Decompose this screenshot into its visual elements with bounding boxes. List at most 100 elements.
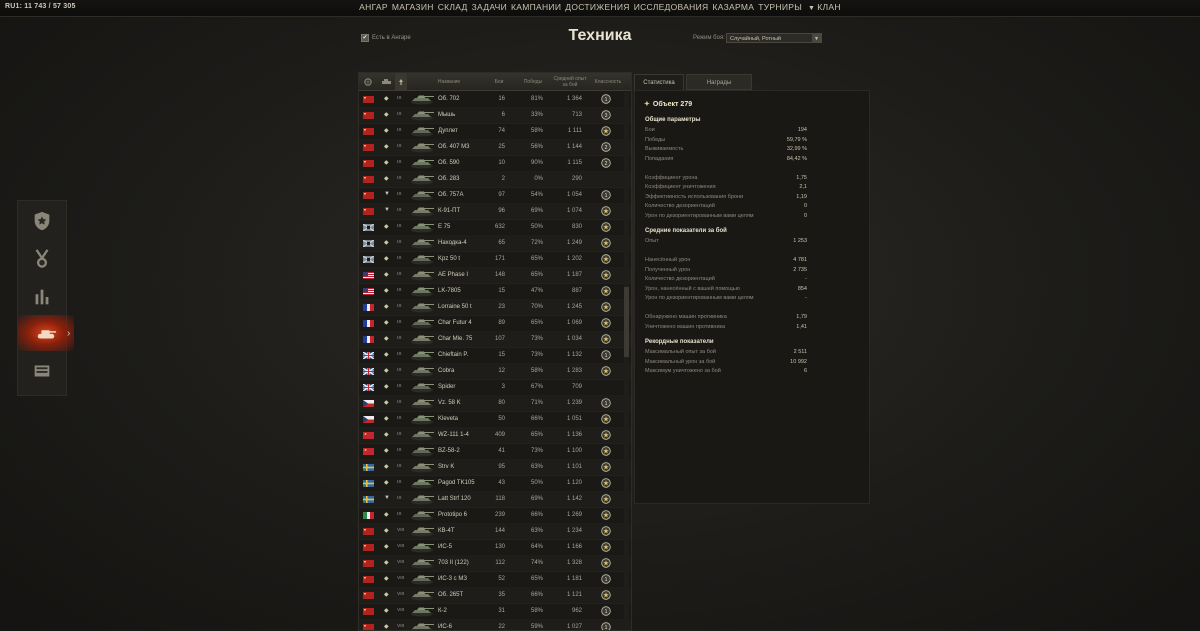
tank-thumbnail-icon: [411, 431, 434, 441]
vehicle-name: Об. 757А: [438, 192, 464, 198]
table-row[interactable]: ◆ VIII ИС-6 22 59% 1 027 1: [359, 619, 631, 630]
table-row[interactable]: ◆ IX Об. 702 16 81% 1 364 1: [359, 91, 631, 108]
table-row[interactable]: ◆ IX Дуплет 74 58% 1 111: [359, 123, 631, 140]
stat-value: 854: [797, 285, 807, 292]
flag-uk-icon: [363, 368, 374, 375]
vehicle-class-icon: ◆: [384, 160, 389, 166]
wins-value: 66%: [530, 416, 543, 422]
stat-row: Опыт 1 253: [645, 238, 807, 244]
table-scroll-thumb[interactable]: [624, 287, 629, 357]
battle-mode-select[interactable]: Случайный, Ротный ▼: [726, 33, 822, 43]
flag-ussr-icon: [363, 112, 374, 119]
tier-label: IX: [397, 480, 402, 485]
nav-item-7[interactable]: КАЗАРМА: [712, 2, 754, 12]
table-row[interactable]: ◆ IX Об. 407 М3 25 56% 1 144 2: [359, 139, 631, 156]
vehicle-class-icon: ▼: [384, 495, 390, 501]
nav-item-9[interactable]: ▼ КЛАН: [806, 2, 841, 12]
battles-value: 41: [498, 448, 505, 454]
wins-value: 0%: [534, 176, 543, 182]
table-row[interactable]: ◆ IX AE Phase I 148 65% 1 187: [359, 267, 631, 284]
sort-wins-header[interactable]: Победы: [519, 73, 547, 90]
sort-mastery-header[interactable]: Классность: [589, 73, 627, 90]
sidebar-expand-chevron-icon[interactable]: ›: [67, 328, 70, 339]
wins-value: 67%: [530, 384, 543, 390]
table-row[interactable]: ◆ IX Strv K 95 63% 1 101: [359, 459, 631, 476]
sidebar-item-medals[interactable]: [18, 241, 66, 277]
table-row[interactable]: ◆ IX Prototipo 6 239 66% 1 269: [359, 507, 631, 524]
in-hangar-checkbox[interactable]: ✔ Есть в Ангаре: [361, 34, 411, 42]
sidebar-item-summary[interactable]: [18, 203, 66, 239]
table-row[interactable]: ◆ IX Char Futur 4 89 65% 1 069: [359, 315, 631, 332]
sidebar-item-vehicles[interactable]: [18, 315, 74, 351]
table-row[interactable]: ◆ IX Об. 590 10 90% 1 115 2: [359, 155, 631, 172]
table-row[interactable]: ◆ IX Kleveta 50 66% 1 051: [359, 411, 631, 428]
nav-item-label: КАЗАРМА: [712, 2, 755, 12]
sort-class-icon[interactable]: [379, 73, 393, 90]
table-row[interactable]: ◆ IX Spider 3 67% 709: [359, 379, 631, 396]
nav-item-1[interactable]: МАГАЗИН: [392, 2, 434, 12]
table-row[interactable]: ◆ IX Char Mle. 75 107 73% 1 034: [359, 331, 631, 348]
table-row[interactable]: ◆ VIII Об. 265Т 35 66% 1 121: [359, 587, 631, 604]
nav-item-0[interactable]: АНГАР: [359, 2, 388, 12]
wins-value: 72%: [530, 240, 543, 246]
stat-label: Полученный урон: [645, 266, 691, 273]
avg-xp-value: 1 328: [566, 560, 582, 566]
table-row[interactable]: ◆ IX Об. 283 2 0% 290: [359, 171, 631, 188]
nav-item-5[interactable]: ДОСТИЖЕНИЯ: [565, 2, 629, 12]
nav-item-8[interactable]: ТУРНИРЫ: [758, 2, 802, 12]
table-row[interactable]: ◆ VIII КВ-4Т 144 63% 1 234: [359, 523, 631, 540]
table-row[interactable]: ◆ IX Находка-4 65 72% 1 249: [359, 235, 631, 252]
tank-thumbnail-icon: [411, 559, 434, 569]
stat-value: 1,19: [796, 193, 807, 200]
table-row[interactable]: ◆ IX E 75 632 50% 830: [359, 219, 631, 236]
tank-thumbnail-icon: [411, 223, 434, 233]
sort-nation-icon[interactable]: [361, 73, 375, 90]
table-row[interactable]: ◆ VIII ИС-3 с МЗ 52 65% 1 181 1: [359, 571, 631, 588]
nav-item-4[interactable]: КАМПАНИИ: [511, 2, 561, 12]
sort-xp-header[interactable]: Средний опыт за бой: [553, 73, 587, 90]
tank-thumbnail-icon: [411, 527, 434, 537]
table-row[interactable]: ◆ IX Мышь 6 33% 713 3: [359, 107, 631, 124]
sidebar-item-awards[interactable]: [18, 353, 66, 389]
table-row[interactable]: ◆ IX BZ-58-2 41 73% 1 100: [359, 443, 631, 460]
tab-awards[interactable]: Награды: [686, 74, 752, 90]
tier-label: IX: [397, 128, 402, 133]
table-row[interactable]: ▼ IX Latt Strf 120 118 69% 1 142: [359, 491, 631, 508]
table-row[interactable]: ◆ IX Lorraine 50 t 23 70% 1 245: [359, 299, 631, 316]
battles-value: 10: [498, 160, 505, 166]
sidebar-item-ratings[interactable]: [18, 279, 66, 315]
table-row[interactable]: ◆ IX Vz. 58 K 80 71% 1 239 1: [359, 395, 631, 412]
chevron-down-icon[interactable]: ▼: [812, 34, 821, 42]
table-row[interactable]: ◆ IX Pagod TK105 43 50% 1 120: [359, 475, 631, 492]
table-row[interactable]: ▼ IX К-91-ПТ 96 69% 1 074: [359, 203, 631, 220]
nav-item-6[interactable]: ИССЛЕДОВАНИЯ: [634, 2, 709, 12]
table-row[interactable]: ◆ IX LK-7805 15 47% 887: [359, 283, 631, 300]
vehicle-title: ✦ Объект 279: [644, 100, 692, 108]
flag-ussr-icon: [363, 544, 374, 551]
table-row[interactable]: ◆ IX Cobra 12 58% 1 283: [359, 363, 631, 380]
sort-name-header[interactable]: Название: [414, 73, 484, 90]
svg-text:1: 1: [605, 97, 608, 103]
checkbox-box[interactable]: ✔: [361, 34, 369, 42]
vehicle-class-icon: ◆: [384, 592, 389, 598]
table-row[interactable]: ◆ VIII К-2 31 58% 962 1: [359, 603, 631, 620]
stat-row: Выживаемость 32,99 %: [645, 146, 807, 152]
avg-xp-value: 1 101: [566, 464, 582, 470]
tab-statistics[interactable]: Статистика: [634, 74, 684, 90]
table-row[interactable]: ◆ VIII ИС-5 130 64% 1 166: [359, 539, 631, 556]
wins-value: 58%: [530, 608, 543, 614]
nav-item-2[interactable]: СКЛАД: [438, 2, 468, 12]
table-row[interactable]: ◆ IX Kpz 50 t 171 65% 1 202: [359, 251, 631, 268]
vehicle-class-icon: ◆: [384, 320, 389, 326]
table-row[interactable]: ◆ IX WZ-111 1-4 409 65% 1 136: [359, 427, 631, 444]
vehicle-name: ИС-6: [438, 624, 452, 630]
tank-thumbnail-icon: [411, 415, 434, 425]
nav-item-3[interactable]: ЗАДАЧИ: [472, 2, 507, 12]
sort-battles-header[interactable]: Бои: [487, 73, 511, 90]
table-row[interactable]: ▼ IX Об. 757А 97 54% 1 054 1: [359, 187, 631, 204]
table-scrollbar[interactable]: [624, 92, 629, 629]
sort-tier-icon[interactable]: [395, 73, 407, 90]
table-row[interactable]: ◆ VIII 703 II (122) 112 74% 1 328: [359, 555, 631, 572]
table-row[interactable]: ◆ IX Chieftain P. 15 73% 1 132 1: [359, 347, 631, 364]
avg-xp-value: 1 034: [566, 336, 582, 342]
